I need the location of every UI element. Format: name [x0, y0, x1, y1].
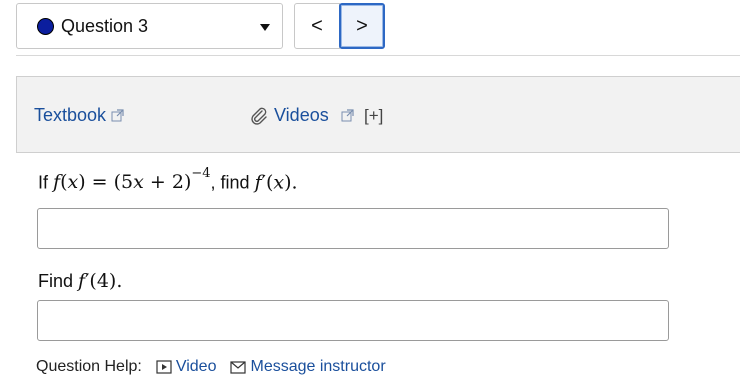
expand-resources-button[interactable]: [+]	[364, 106, 383, 126]
external-link-icon	[341, 109, 354, 122]
external-link-icon	[111, 109, 124, 122]
question-1-text: If f(x) = (5x + 2)−4, find f′(x).	[38, 166, 298, 194]
videos-link[interactable]: Videos	[249, 105, 354, 126]
question-help-label: Question Help:	[36, 358, 142, 375]
textbook-label: Textbook	[34, 105, 107, 125]
chevron-right-icon: >	[356, 14, 368, 37]
answer-input-2[interactable]	[37, 300, 669, 341]
derivative-at-point-expression: f′(4).	[78, 270, 123, 292]
help-video-link[interactable]: Video	[156, 358, 216, 376]
textbook-link[interactable]: Textbook	[34, 105, 124, 126]
chevron-down-icon	[260, 24, 270, 31]
videos-label: Videos	[274, 105, 329, 125]
function-expression: f(x) = (5x + 2)−4	[53, 166, 211, 194]
next-question-button[interactable]: >	[339, 3, 385, 49]
question-2-text: Find f′(4).	[38, 270, 123, 292]
question-status-dot	[37, 17, 54, 35]
header-divider	[16, 55, 740, 56]
resources-panel: Textbook Videos [+]	[16, 76, 740, 153]
derivative-expression: f′(x).	[254, 171, 298, 194]
previous-question-button[interactable]: <	[294, 3, 340, 49]
question-select[interactable]: Question 3	[16, 3, 283, 49]
paperclip-icon	[251, 107, 267, 125]
question-select-label: Question 3	[61, 15, 149, 36]
message-instructor-link[interactable]: Message instructor	[230, 358, 386, 376]
question-help-bar: Question Help: Video Message instructor	[36, 358, 386, 376]
answer-input-1[interactable]	[37, 208, 669, 249]
chevron-left-icon: <	[311, 14, 323, 37]
